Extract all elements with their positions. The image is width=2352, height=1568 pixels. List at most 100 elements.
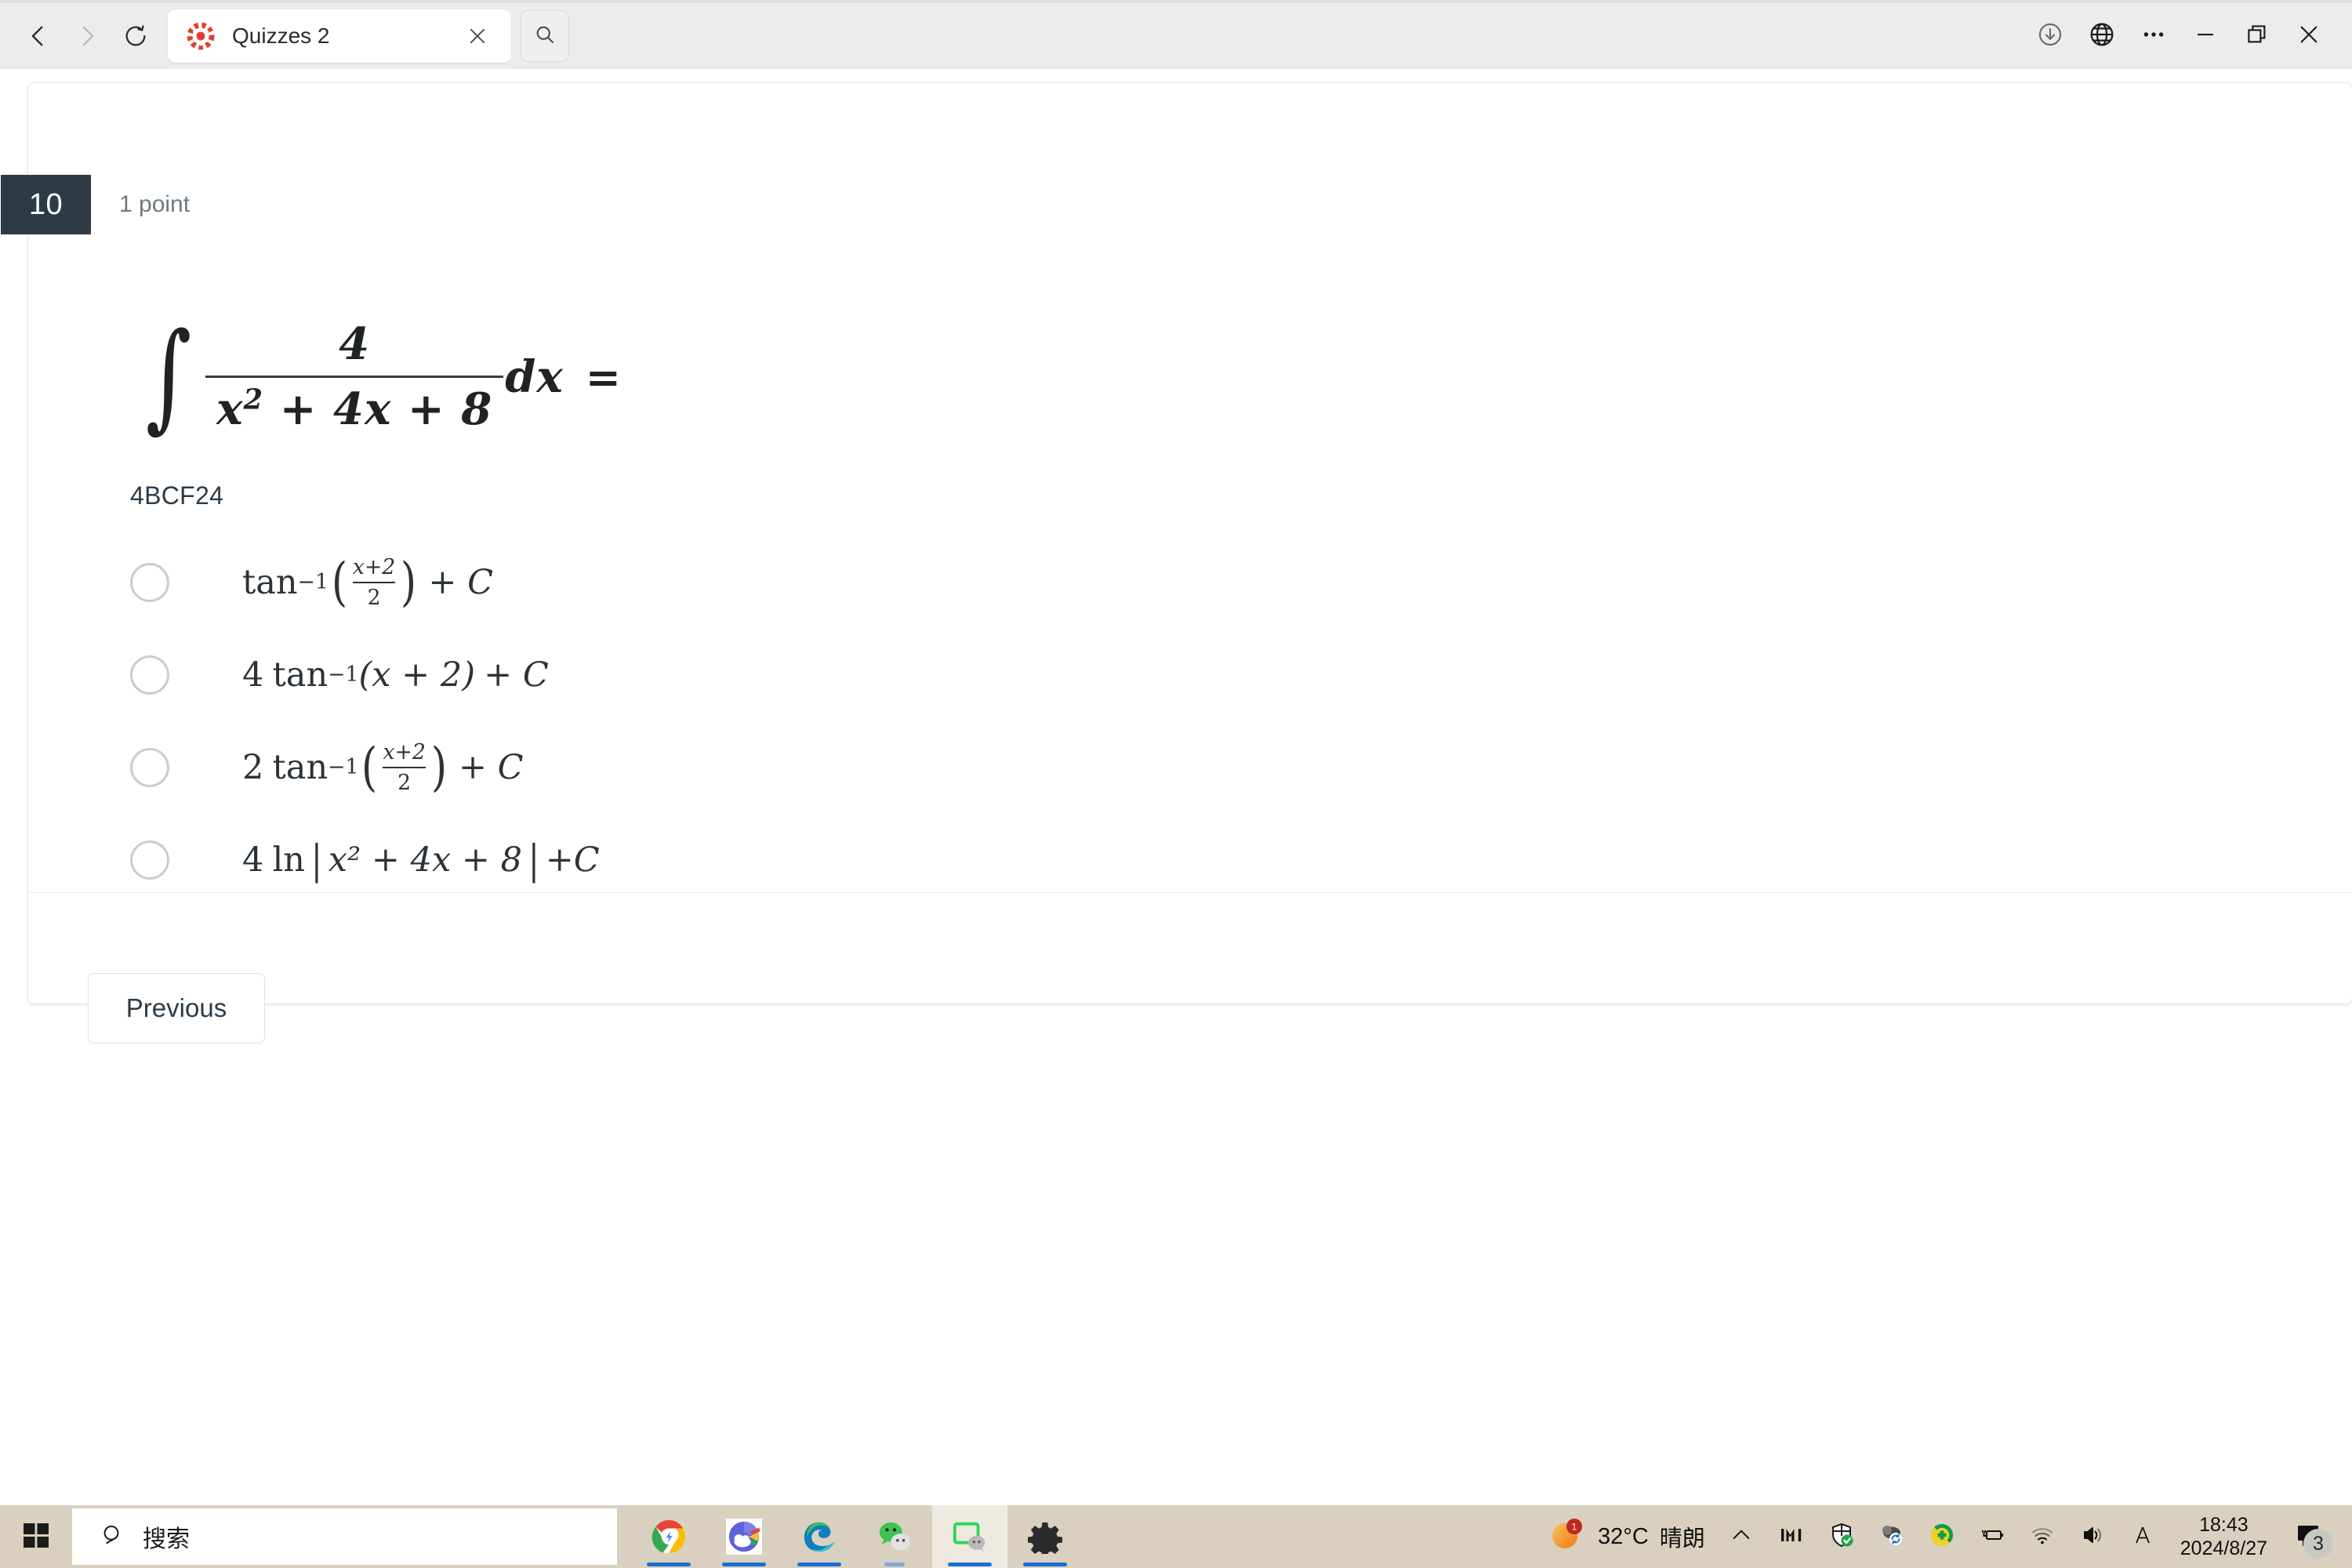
radio-button-b[interactable]: [130, 655, 169, 695]
imi-input-icon: [1778, 1522, 1805, 1552]
taskbar-settings-gear-icon[interactable]: [1007, 1505, 1083, 1568]
chevron-right-icon: [74, 23, 100, 49]
browser-toolbar: Quizzes 2: [0, 0, 2352, 69]
question-formula: ∫ 4 x2 + 4x + 8 dx =: [138, 318, 621, 435]
running-indicator: [722, 1563, 766, 1566]
antivirus-icon: [1929, 1522, 1955, 1552]
battery-button[interactable]: [1967, 1505, 2017, 1568]
navigation-buttons: [0, 12, 160, 60]
notification-count-badge: 3: [2303, 1529, 2333, 1559]
clock-date: 2024/8/27: [2180, 1537, 2267, 1559]
more-options-icon: [2140, 21, 2167, 52]
taskbar-edge-icon[interactable]: [782, 1505, 857, 1568]
formula-equals: =: [585, 351, 622, 402]
download-icon: [2037, 21, 2063, 52]
tab-close-button[interactable]: [461, 20, 494, 53]
reload-icon: [123, 24, 148, 49]
answer-code-label: 4BCF24: [130, 481, 224, 510]
card-footer-divider: [28, 892, 2352, 893]
windows-start-icon: [22, 1521, 50, 1553]
ime-language-icon: [2129, 1522, 2156, 1552]
option-d-math: 4 ln | x² + 4x + 8 | +C: [242, 837, 600, 884]
restore-icon: [2245, 23, 2269, 50]
running-indicator: [1023, 1563, 1067, 1566]
window-controls: [2024, 10, 2352, 62]
onedrive-sync-button[interactable]: [1867, 1505, 1917, 1568]
option-a-math: tan −1(x+2 2) + C: [242, 551, 494, 613]
more-options-button[interactable]: [2128, 10, 2180, 62]
radio-button-d[interactable]: [130, 840, 169, 880]
forward-button[interactable]: [63, 12, 111, 60]
close-window-button[interactable]: [2283, 10, 2335, 62]
page-viewport: 10 1 point ∫ 4 x2 + 4x + 8 dx = 4BCF24 t…: [0, 69, 2352, 1537]
notification-center-button[interactable]: 3: [2280, 1505, 2338, 1568]
weather-condition: 晴朗: [1659, 1526, 1705, 1552]
security-shield-icon: [1828, 1522, 1855, 1552]
search-icon: [534, 24, 556, 49]
previous-button[interactable]: Previous: [88, 973, 265, 1044]
answer-option-a[interactable]: tan −1(x+2 2) + C: [130, 536, 2247, 629]
canvas-lms-icon: [185, 20, 216, 52]
quiz-question-card: 10 1 point ∫ 4 x2 + 4x + 8 dx = 4BCF24 t…: [1, 82, 2352, 1044]
taskbar-app-list: [631, 1505, 1083, 1568]
svg-text:1: 1: [1572, 1521, 1577, 1532]
start-button[interactable]: [0, 1505, 72, 1568]
tray-weather-widget[interactable]: 1 32°C 晴朗: [1541, 1505, 1716, 1568]
wifi-button[interactable]: [2017, 1505, 2067, 1568]
taskbar-search-placeholder: 搜索: [143, 1526, 190, 1552]
answer-options-list: tan −1(x+2 2) + C 4 tan −1 (x + 2) + C 2 tan −1(x…: [130, 536, 2247, 906]
ime-language-button[interactable]: [2118, 1505, 2168, 1568]
running-indicator: [647, 1563, 691, 1566]
wifi-icon: [2029, 1522, 2056, 1552]
tab-strip: Quizzes 2: [168, 9, 569, 63]
security-shield-button[interactable]: [1817, 1505, 1867, 1568]
taskbar-clock[interactable]: 18:43 2024/8/27: [2168, 1505, 2280, 1568]
answer-option-c[interactable]: 2 tan −1(x+2 2) + C: [130, 721, 2247, 814]
chevron-up-icon: [1729, 1523, 1754, 1552]
radio-button-c[interactable]: [130, 748, 169, 787]
taskbar-chrome-icon[interactable]: [631, 1505, 706, 1568]
question-points: 1 point: [119, 191, 191, 217]
option-b-math: 4 tan −1 (x + 2) + C: [242, 655, 549, 695]
integral-sign-icon: ∫: [145, 308, 192, 445]
radio-button-a[interactable]: [130, 563, 169, 602]
running-indicator: [884, 1563, 905, 1566]
answer-option-b[interactable]: 4 tan −1 (x + 2) + C: [130, 629, 2247, 721]
minimize-button[interactable]: [2180, 10, 2231, 62]
formula-differential: dx: [505, 350, 564, 403]
downloads-button[interactable]: [2024, 10, 2076, 62]
running-indicator: [797, 1563, 841, 1566]
question-header: 10 1 point: [1, 175, 190, 234]
show-hidden-icons-button[interactable]: [1716, 1505, 1766, 1568]
volume-button[interactable]: [2067, 1505, 2118, 1568]
onedrive-sync-icon: [1878, 1522, 1905, 1552]
battery-charging-icon: [1978, 1521, 2006, 1553]
chevron-left-icon: [25, 23, 52, 49]
taskbar-weather-app-icon[interactable]: [706, 1505, 782, 1568]
restore-button[interactable]: [2231, 10, 2283, 62]
taskbar-wechat-desktop-icon[interactable]: [932, 1505, 1007, 1568]
option-c-math: 2 tan −1(x+2 2) + C: [242, 736, 524, 798]
imi-input-method-button[interactable]: [1766, 1505, 1817, 1568]
tab-quizzes-2[interactable]: Quizzes 2: [168, 9, 511, 63]
tab-search-button[interactable]: [521, 10, 569, 62]
clock-time: 18:43: [2199, 1513, 2249, 1536]
question-number-badge: 10: [1, 175, 91, 234]
formula-fraction: 4 x2 + 4x + 8: [205, 318, 504, 435]
taskbar-search-box[interactable]: 搜索: [72, 1508, 617, 1565]
weather-temperature: 32°C: [1597, 1523, 1649, 1549]
formula-numerator: 4: [339, 318, 371, 370]
search-icon: [100, 1523, 125, 1552]
minimize-icon: [2192, 21, 2219, 52]
back-button[interactable]: [14, 12, 63, 60]
browser-essentials-button[interactable]: [2076, 10, 2128, 62]
antivirus-button[interactable]: [1917, 1505, 1967, 1568]
system-tray: 1 32°C 晴朗 18:43 2024/8/27 3: [1541, 1505, 2352, 1568]
tab-title: Quizzes 2: [232, 24, 330, 48]
globe-icon: [2089, 21, 2115, 52]
taskbar-wechat-icon[interactable]: [857, 1505, 932, 1568]
windows-taskbar: 搜索 1 32°C 晴朗 18:43 2024/8/27 3: [0, 1505, 2352, 1568]
sun-icon: 1: [1549, 1518, 1584, 1556]
running-indicator: [948, 1563, 992, 1566]
reload-button[interactable]: [111, 12, 160, 60]
